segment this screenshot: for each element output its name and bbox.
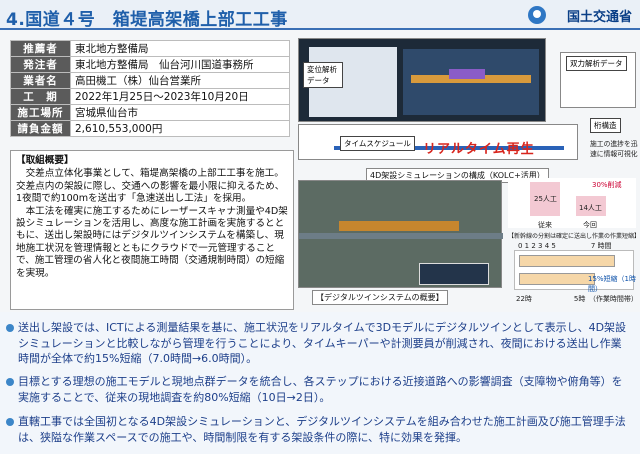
info-row: 発注者 東北地方整備局 仙台河川国道事務所 <box>10 56 290 73</box>
label-before-value: 25人工 <box>534 195 557 203</box>
screen-inset <box>419 263 489 285</box>
info-value: 高田機工（株）仙台営業所 <box>70 72 290 89</box>
info-key: 請負金額 <box>10 120 71 137</box>
info-row: 業者名 高田機工（株）仙台営業所 <box>10 72 290 89</box>
bullet-item: 目標とする理想の施工モデルと現地点群データを統合し、各ステップにおける近接道路へ… <box>6 374 630 405</box>
realtime-label: リアルタイム再生 <box>423 142 535 157</box>
info-value: 2,610,553,000円 <box>70 120 290 137</box>
bullet-item: 直轄工事では全国初となる4D架設シミュレーションと、デジタルツインシステムを組み… <box>6 414 630 445</box>
road-line <box>299 233 503 239</box>
digital-twin-photo <box>298 180 503 288</box>
time-bar-after <box>519 273 595 285</box>
info-key: 業者名 <box>10 72 71 89</box>
label-reduction: 30%削減 <box>592 181 622 189</box>
summary-paragraph: 本工法を確実に施工するためにレーザースキャナ測量や4D架設シミュレーションを活用… <box>16 205 288 279</box>
ministry-name: 国土交通省 <box>566 10 632 25</box>
info-key: 推薦者 <box>10 40 71 57</box>
caption-twin: 【デジタルツインシステムの概要】 <box>312 290 448 305</box>
tag-analysis-data: 双力解析データ <box>566 56 627 71</box>
info-value: 宮城県仙台市 <box>70 104 290 121</box>
tag-steel: 桁構造 <box>590 118 621 133</box>
info-row: 施工場所 宮城県仙台市 <box>10 104 290 121</box>
time-reduction: 15%短縮（1時間） <box>588 275 637 293</box>
header: 4.国道４号 箱堤高架橋上部工工事 国土交通省 <box>0 0 640 30</box>
info-value: 東北地方整備局 <box>70 40 290 57</box>
tag-timeschedule: タイムスケジュール <box>340 136 415 151</box>
info-row: 工 期 2022年1月25日～2023年10月20日 <box>10 88 290 105</box>
bullet-section: 送出し架設では、ICTによる測量結果を基に、施工状況をリアルタイムで3Dモデルに… <box>0 312 640 454</box>
label-after: 今回 <box>583 221 597 229</box>
page-title: 4.国道４号 箱堤高架橋上部工工事 <box>6 10 288 30</box>
time-bar-before <box>519 255 615 267</box>
summary-box: 【取組概要】 交差点立体化事業として、箱堤高架橋の上部工工事を施工。交差点内の架… <box>10 150 294 310</box>
highlight-block <box>449 69 485 79</box>
tag-position-data: 変位解析データ <box>303 62 343 88</box>
label-before: 従来 <box>538 221 552 229</box>
info-row: 請負金額 2,610,553,000円 <box>10 120 290 137</box>
summary-heading: 【取組概要】 <box>16 155 74 166</box>
bridge-model <box>339 221 459 231</box>
info-value: 東北地方整備局 仙台河川国道事務所 <box>70 56 290 73</box>
info-key: 施工場所 <box>10 104 71 121</box>
time-note: 【新幹線の分割は確定に送出し作業の作業短縮】 <box>508 233 640 240</box>
project-info-table: 推薦者 東北地方整備局 発注者 東北地方整備局 仙台河川国道事務所 業者名 高田機工（… <box>10 40 290 137</box>
label-after-value: 14人工 <box>579 204 602 212</box>
time-foot: 22時 5時 （作業時間帯） <box>516 295 638 303</box>
ministry-logo-icon <box>528 6 546 24</box>
summary-paragraph: 交差点立体化事業として、箱堤高架橋の上部工工事を施工。交差点内の架設に際し、交通… <box>16 168 285 205</box>
bullet-item: 送出し架設では、ICTによる測量結果を基に、施工状況をリアルタイムで3Dモデルに… <box>6 320 630 367</box>
tag-status: 施工の進捗を迅速に情報可視化 <box>590 140 638 158</box>
info-value: 2022年1月25日～2023年10月20日 <box>70 88 290 105</box>
info-row: 推薦者 東北地方整備局 <box>10 40 290 57</box>
info-key: 工 期 <box>10 88 71 105</box>
info-key: 発注者 <box>10 56 71 73</box>
